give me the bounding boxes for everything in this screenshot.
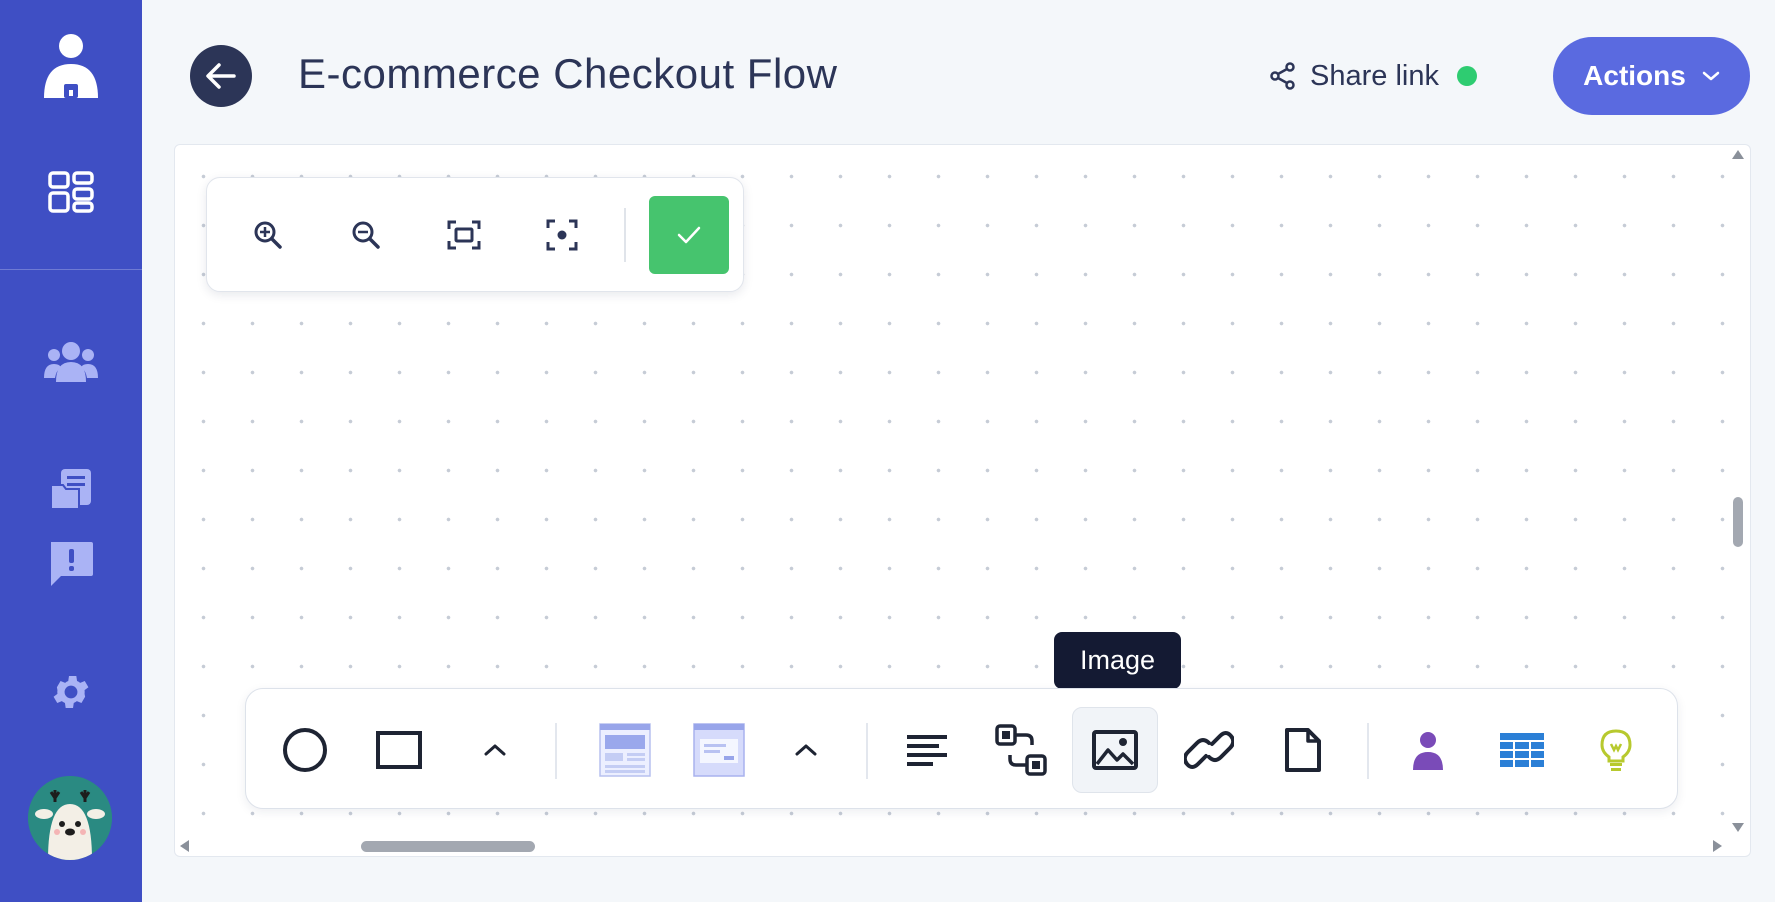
link-icon <box>1184 731 1234 769</box>
center-focus-icon <box>546 219 578 251</box>
toolbar-divider <box>1367 723 1369 779</box>
toolbar-divider <box>555 723 557 779</box>
user-profile-icon[interactable] <box>0 28 142 108</box>
document-icon <box>1285 728 1321 772</box>
sidebar <box>0 0 142 902</box>
toolbar-divider <box>866 723 868 779</box>
chevron-down-icon <box>1702 71 1720 81</box>
zoom-in-icon <box>254 221 282 249</box>
page-title: E-commerce Checkout Flow <box>298 50 838 97</box>
back-button[interactable] <box>190 45 252 107</box>
sidebar-divider <box>0 269 142 270</box>
share-link-button[interactable]: Share link <box>1270 56 1477 96</box>
share-icon <box>1270 62 1295 90</box>
image-icon <box>1092 730 1138 770</box>
wireframe-page-tool[interactable] <box>582 707 668 793</box>
zoom-toolbar <box>206 177 744 292</box>
wireframe-more-button[interactable] <box>763 707 849 793</box>
lightbulb-icon <box>1600 729 1632 771</box>
text-align-icon <box>907 735 947 766</box>
share-status-indicator <box>1456 66 1477 86</box>
fit-screen-button[interactable] <box>437 208 491 262</box>
circle-icon <box>283 728 327 772</box>
table-tool[interactable] <box>1479 707 1565 793</box>
table-grid-icon <box>1500 733 1544 767</box>
share-link-label: Share link <box>1310 59 1439 92</box>
actions-label: Actions <box>1583 60 1686 91</box>
connector-tool[interactable] <box>978 707 1064 793</box>
rectangle-icon <box>376 731 422 769</box>
fit-screen-icon <box>447 220 481 250</box>
wireframe-dialog-tool[interactable] <box>676 707 762 793</box>
scroll-right-arrow[interactable] <box>1713 840 1722 852</box>
image-tooltip: Image <box>1054 632 1181 689</box>
flow-connector-icon <box>995 724 1047 776</box>
person-tool[interactable] <box>1385 707 1471 793</box>
horizontal-scrollbar-thumb[interactable] <box>361 841 535 852</box>
check-icon <box>677 226 701 244</box>
zoom-out-icon <box>352 221 380 249</box>
idea-tool[interactable] <box>1573 707 1659 793</box>
document-tool[interactable] <box>1260 707 1346 793</box>
settings-gear-icon[interactable] <box>0 656 142 728</box>
center-focus-button[interactable] <box>535 208 589 262</box>
text-tool[interactable] <box>884 707 970 793</box>
toolbar-divider <box>624 208 626 262</box>
wireframe-dialog-icon <box>693 723 745 777</box>
chevron-up-icon <box>484 744 506 756</box>
arrow-left-icon <box>206 63 236 89</box>
feedback-alert-icon[interactable] <box>0 530 142 600</box>
user-avatar[interactable] <box>28 776 112 860</box>
confirm-button[interactable] <box>649 196 729 274</box>
actions-dropdown-button[interactable]: Actions <box>1553 37 1750 115</box>
scroll-down-arrow[interactable] <box>1732 823 1744 832</box>
zoom-out-button[interactable] <box>339 208 393 262</box>
tooltip-text: Image <box>1079 645 1156 675</box>
wireframe-page-icon <box>599 723 651 777</box>
shapes-toolbar <box>245 688 1678 809</box>
dashboard-grid-icon[interactable] <box>0 152 142 232</box>
scroll-left-arrow[interactable] <box>180 840 189 852</box>
documents-icon[interactable] <box>0 454 142 524</box>
link-tool[interactable] <box>1166 707 1252 793</box>
zoom-in-button[interactable] <box>241 208 295 262</box>
basic-shapes-more-button[interactable] <box>452 707 538 793</box>
circle-tool[interactable] <box>262 707 348 793</box>
deer-avatar <box>28 776 112 860</box>
team-users-icon[interactable] <box>0 322 142 402</box>
vertical-scrollbar-thumb[interactable] <box>1733 497 1743 547</box>
rectangle-tool[interactable] <box>356 707 442 793</box>
scroll-up-arrow[interactable] <box>1732 150 1744 159</box>
person-icon <box>1413 732 1443 770</box>
image-tool[interactable] <box>1072 707 1158 793</box>
chevron-up-icon <box>795 744 817 756</box>
